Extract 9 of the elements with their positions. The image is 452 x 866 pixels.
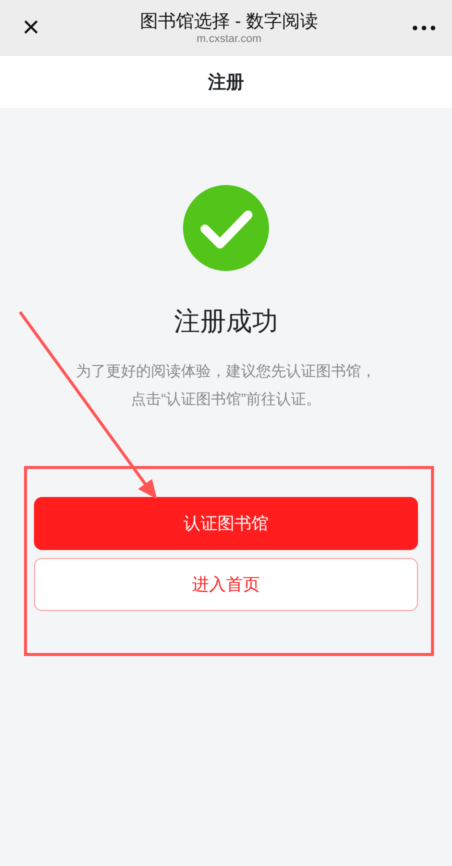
result-title: 注册成功 [174, 305, 278, 338]
page-url: m.cxstar.com [196, 32, 262, 46]
page-title: 注册 [208, 70, 244, 94]
window-title: 图书馆选择 - 数字阅读 [140, 10, 318, 32]
close-button[interactable]: × [16, 13, 46, 43]
result-message: 为了更好的阅读体验，建议您先认证图书馆， 点击“认证图书馆”前往认证。 [76, 362, 376, 410]
home-button[interactable]: 进入首页 [34, 558, 418, 611]
verify-button[interactable]: 认证图书馆 [34, 497, 418, 550]
more-icon[interactable] [412, 25, 436, 31]
